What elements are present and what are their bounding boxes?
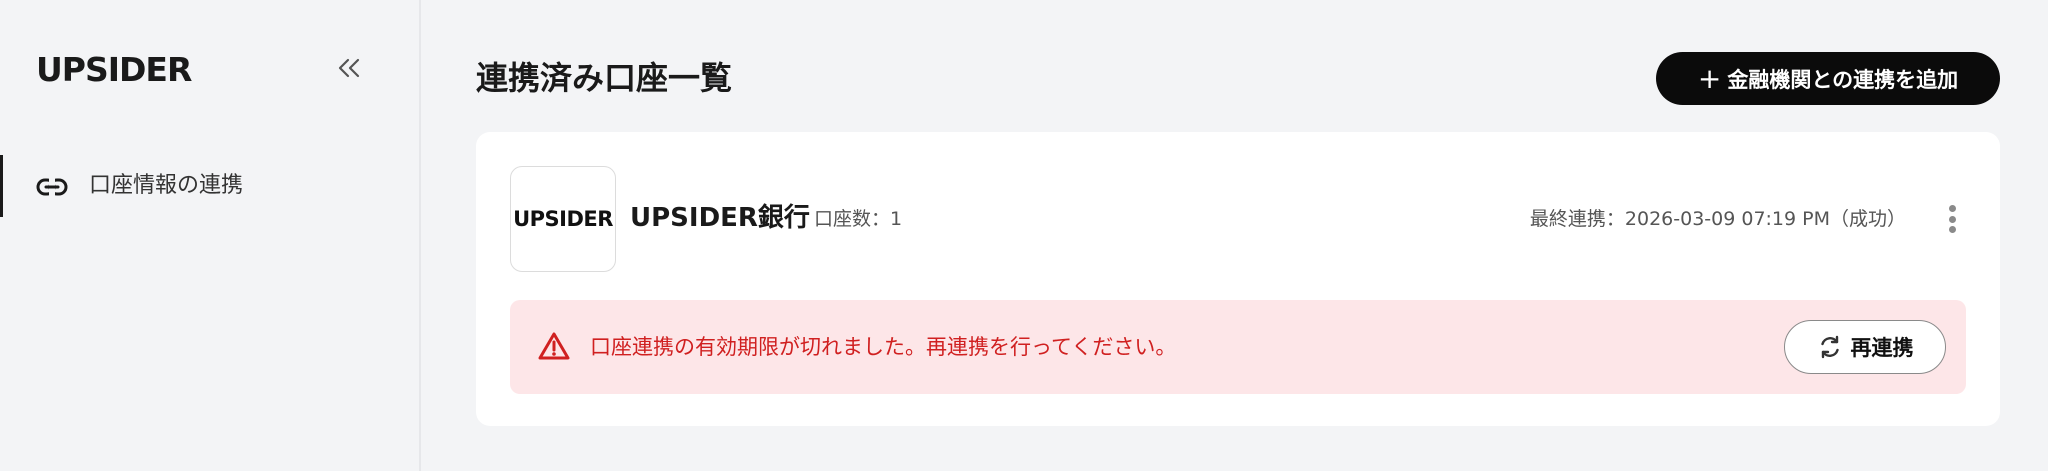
double-chevron-left-icon — [338, 58, 360, 78]
add-institution-button[interactable]: + 金融機関との連携を追加 — [1656, 52, 2000, 105]
page-title: 連携済み口座一覧 — [476, 59, 733, 97]
plus-icon: + — [1697, 61, 1722, 95]
vertical-dots-icon — [1948, 205, 1956, 212]
more-options-button[interactable] — [1942, 200, 1962, 238]
sidebar-item-label: 口座情報の連携 — [89, 173, 244, 198]
active-indicator — [0, 155, 3, 217]
bank-account-card: UPSIDER UPSIDER銀行 口座数：1 最終連携：2026-03-09 … — [476, 132, 2000, 426]
relink-button[interactable]: 再連携 — [1784, 320, 1946, 374]
bank-logo: UPSIDER — [510, 166, 616, 272]
expired-alert: 口座連携の有効期限が切れました。再連携を行ってください。 再連携 — [510, 300, 1966, 394]
bank-name: UPSIDER銀行 — [630, 203, 810, 233]
relink-label: 再連携 — [1850, 336, 1914, 360]
collapse-sidebar-button[interactable] — [334, 50, 364, 86]
alert-message: 口座連携の有効期限が切れました。再連携を行ってください。 — [590, 335, 1177, 359]
add-institution-label: 金融機関との連携を追加 — [1727, 67, 1959, 92]
last-sync-status: 最終連携：2026-03-09 07:19 PM（成功） — [1529, 208, 1906, 230]
sidebar-item-account-link[interactable]: 口座情報の連携 — [0, 155, 419, 217]
warning-triangle-icon — [538, 332, 570, 360]
link-icon — [36, 171, 68, 203]
upsider-logo: UPSIDER — [36, 50, 192, 89]
account-count: 口座数：1 — [814, 208, 903, 230]
sidebar: UPSIDER 口座情報の連携 — [0, 0, 421, 471]
refresh-icon — [1820, 335, 1839, 359]
